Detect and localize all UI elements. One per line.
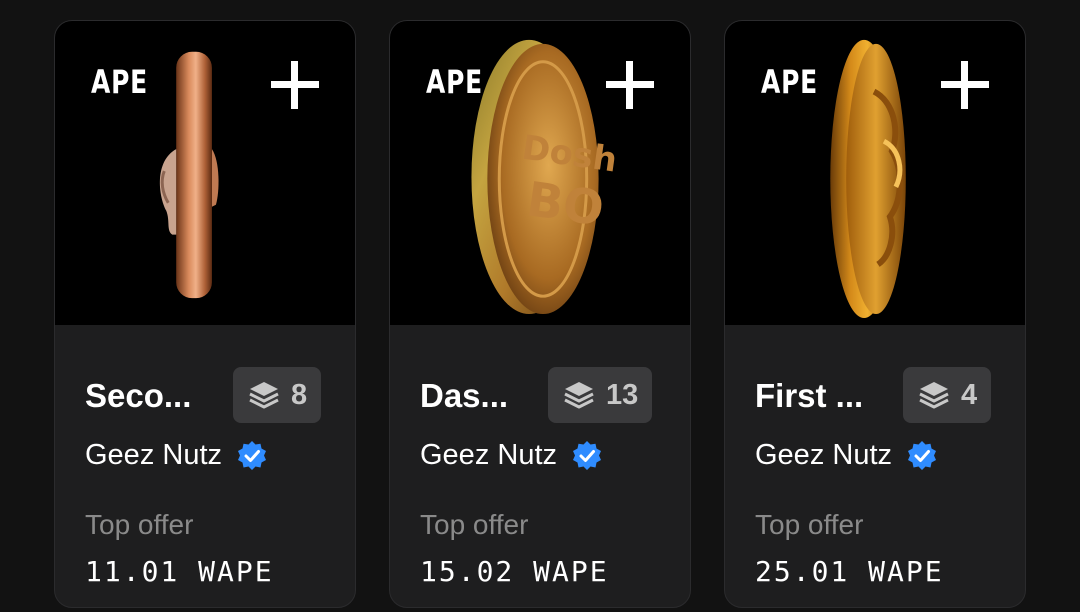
brand-logo: APE bbox=[91, 63, 149, 101]
editions-count: 8 bbox=[291, 378, 308, 411]
nft-media[interactable]: APE bbox=[55, 21, 355, 325]
top-offer-label: Top offer bbox=[420, 509, 529, 540]
brand-logo: APE bbox=[426, 63, 484, 101]
nft-media[interactable]: Dosh BO APE bbox=[390, 21, 690, 325]
layers-icon bbox=[564, 382, 594, 409]
editions-badge: 4 bbox=[903, 367, 992, 423]
verified-badge-icon bbox=[573, 440, 601, 470]
editions-badge: 8 bbox=[233, 367, 322, 423]
svg-text:BO: BO bbox=[523, 172, 607, 237]
nft-card[interactable]: APE First ... 4 Geez Nutz Top offer 25.0… bbox=[724, 20, 1026, 608]
editions-badge: 13 bbox=[548, 367, 653, 423]
verified-badge-icon bbox=[908, 440, 936, 470]
top-offer-price: 25.01 WAPE bbox=[755, 555, 944, 588]
top-offer-label: Top offer bbox=[85, 509, 194, 540]
collection-name[interactable]: Geez Nutz bbox=[755, 439, 892, 472]
plus-icon[interactable] bbox=[269, 59, 321, 111]
brand-logo: APE bbox=[761, 63, 819, 101]
editions-count: 4 bbox=[961, 378, 978, 411]
editions-count: 13 bbox=[606, 378, 639, 411]
nft-media[interactable]: APE bbox=[725, 21, 1025, 325]
collection-name[interactable]: Geez Nutz bbox=[85, 439, 222, 472]
verified-badge-icon bbox=[238, 440, 266, 470]
top-offer-price: 11.01 WAPE bbox=[85, 555, 274, 588]
top-offer-price: 15.02 WAPE bbox=[420, 555, 609, 588]
nft-title[interactable]: Seco... bbox=[85, 377, 191, 415]
top-offer-label: Top offer bbox=[755, 509, 864, 540]
nft-card[interactable]: Dosh BO APE Das... 13 Geez Nutz Top offe… bbox=[389, 20, 691, 608]
nft-card[interactable]: APE Seco... 8 Geez Nutz Top offer 11.01 … bbox=[54, 20, 356, 608]
nft-title[interactable]: Das... bbox=[420, 377, 508, 415]
layers-icon bbox=[249, 382, 279, 409]
layers-icon bbox=[919, 382, 949, 409]
nft-card-row: APE Seco... 8 Geez Nutz Top offer 11.01 … bbox=[0, 0, 1080, 612]
nft-title[interactable]: First ... bbox=[755, 377, 863, 415]
collection-name[interactable]: Geez Nutz bbox=[420, 439, 557, 472]
plus-icon[interactable] bbox=[604, 59, 656, 111]
plus-icon[interactable] bbox=[939, 59, 991, 111]
